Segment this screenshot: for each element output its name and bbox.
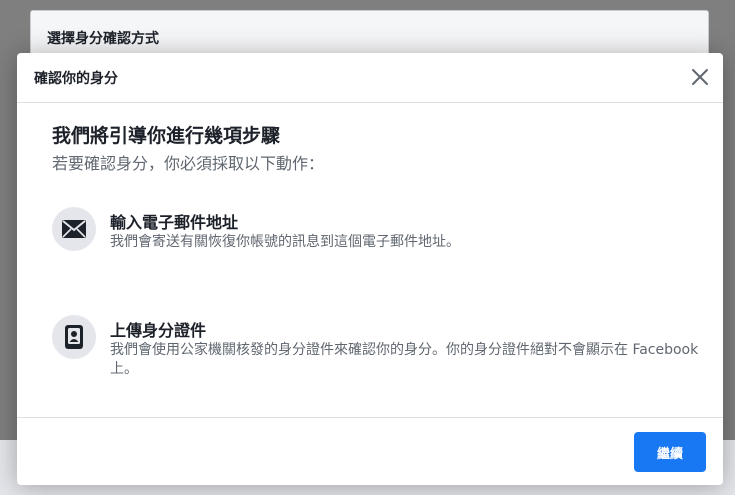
step-id-description: 我們會使用公家機關核發的身分證件來確認你的身分。你的身分證件絕對不會顯示在 Fa… [110, 342, 699, 377]
dialog-heading: 我們將引導你進行幾項步驟 [52, 125, 281, 147]
continue-button[interactable]: 繼續 [634, 432, 706, 472]
dialog-title: 確認你的身分 [34, 71, 118, 87]
step-email-description: 我們會寄送有關恢復你帳號的訊息到這個電子郵件地址。 [110, 234, 460, 250]
dialog-footer: 繼續 [17, 417, 723, 485]
dialog-header: 確認你的身分 [17, 53, 723, 103]
step-id-title: 上傳身分證件 [110, 321, 207, 340]
envelope-icon [52, 207, 96, 251]
dialog-subheading: 若要確認身分，你必須採取以下動作： [52, 154, 325, 173]
step-email-title: 輸入電子郵件地址 [110, 213, 239, 232]
id-card-icon [52, 315, 96, 359]
close-button[interactable] [689, 66, 711, 88]
verify-identity-dialog: 確認你的身分 我們將引導你進行幾項步驟 若要確認身分，你必須採取以下動作： 輸入… [17, 53, 723, 485]
close-icon [692, 69, 708, 85]
background-panel-title: 選擇身分確認方式 [47, 31, 159, 47]
